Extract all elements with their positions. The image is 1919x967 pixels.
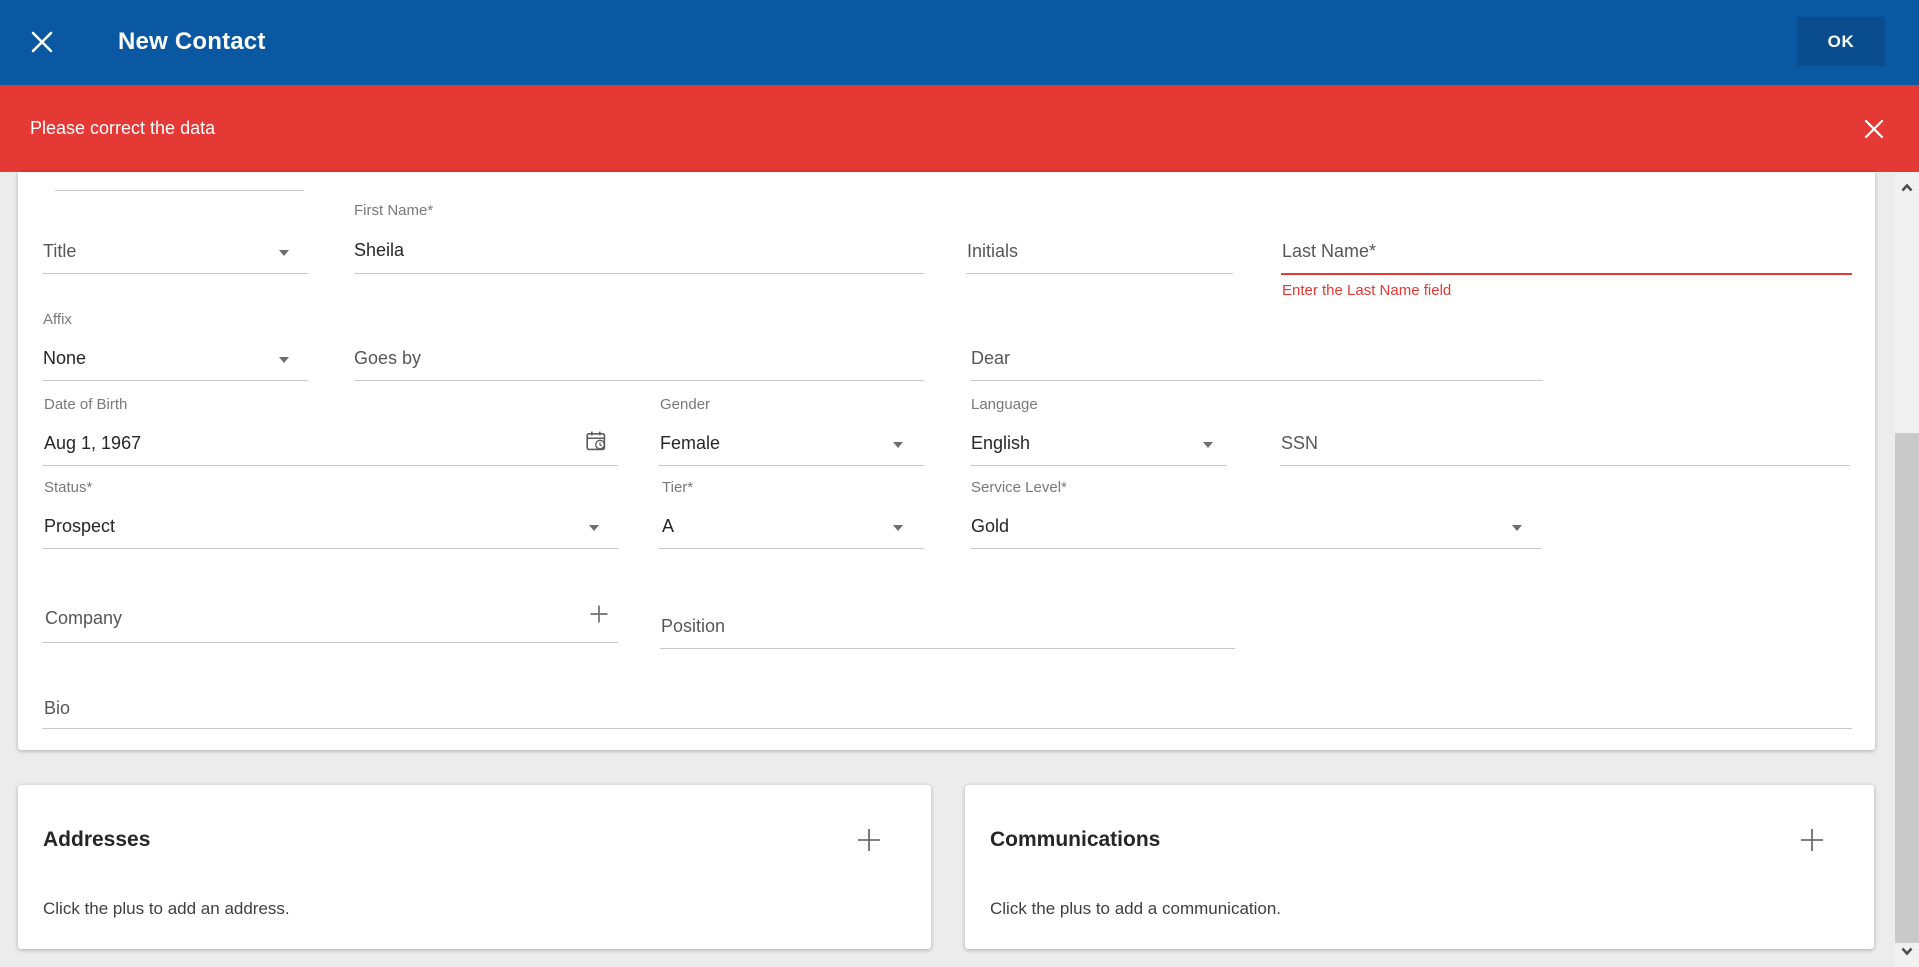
goes-by-field[interactable]: Goes by: [354, 339, 924, 381]
field-underline: [42, 465, 618, 466]
page-title: New Contact: [118, 28, 266, 56]
field-underline: [658, 465, 924, 466]
title-placeholder: Title: [43, 241, 76, 262]
first-name-field[interactable]: First Name* Sheila: [354, 202, 924, 274]
goes-by-placeholder: Goes by: [354, 348, 421, 369]
field-underline: [966, 273, 1233, 274]
field-underline: [970, 548, 1542, 549]
tier-value: A: [662, 516, 674, 537]
position-field[interactable]: Position: [660, 607, 1235, 649]
addresses-hint-text: Click the plus to add an address.: [43, 899, 290, 919]
date-of-birth-value: Aug 1, 1967: [44, 433, 141, 454]
gender-value: Female: [660, 433, 720, 454]
field-underline: [970, 465, 1227, 466]
affix-label: Affix: [43, 311, 72, 328]
communications-card: Communications Click the plus to add a c…: [965, 785, 1874, 949]
field-underline: [970, 380, 1543, 381]
status-label: Status*: [44, 479, 92, 496]
service-level-select[interactable]: Service Level* Gold: [970, 479, 1542, 549]
communications-hint-text: Click the plus to add a communication.: [990, 899, 1281, 919]
field-underline: [42, 380, 308, 381]
communications-section-title: Communications: [990, 828, 1160, 852]
field-underline: [42, 273, 308, 274]
status-value: Prospect: [44, 516, 115, 537]
bio-placeholder: Bio: [44, 698, 70, 719]
error-banner: Please correct the data: [0, 85, 1919, 172]
addresses-section-title: Addresses: [43, 828, 150, 852]
field-underline: [42, 548, 618, 549]
service-level-value: Gold: [971, 516, 1009, 537]
error-banner-message: Please correct the data: [30, 118, 215, 139]
date-of-birth-field[interactable]: Date of Birth Aug 1, 1967: [42, 396, 618, 466]
vertical-scrollbar[interactable]: [1895, 172, 1919, 967]
scrollbar-down-icon[interactable]: [1899, 943, 1915, 959]
last-name-placeholder: Last Name*: [1282, 241, 1376, 262]
chevron-down-icon: [893, 442, 903, 448]
company-field[interactable]: Company: [42, 597, 618, 643]
chevron-down-icon: [279, 250, 289, 256]
chevron-down-icon: [279, 357, 289, 363]
field-underline: [354, 380, 924, 381]
language-label: Language: [971, 396, 1038, 413]
ok-button[interactable]: OK: [1797, 17, 1885, 66]
last-name-error-text: Enter the Last Name field: [1282, 282, 1451, 299]
gender-select[interactable]: Gender Female: [658, 396, 924, 466]
field-underline: [42, 642, 618, 643]
tier-label: Tier*: [662, 479, 693, 496]
language-select[interactable]: Language English: [970, 396, 1227, 466]
chevron-down-icon: [893, 525, 903, 531]
initials-field[interactable]: Initials: [966, 232, 1233, 274]
dear-placeholder: Dear: [971, 348, 1010, 369]
bio-field[interactable]: Bio: [42, 687, 1852, 729]
calendar-clock-icon[interactable]: [584, 429, 608, 453]
affix-select[interactable]: Affix None: [42, 311, 308, 381]
tier-select[interactable]: Tier* A: [658, 479, 924, 549]
language-value: English: [971, 433, 1030, 454]
scrollbar-thumb[interactable]: [1895, 433, 1919, 943]
field-underline: [1280, 465, 1850, 466]
add-communication-icon[interactable]: [1797, 825, 1827, 855]
dialog-header: New Contact OK: [0, 0, 1919, 85]
affix-value: None: [43, 348, 86, 369]
close-icon[interactable]: [28, 28, 56, 56]
chevron-down-icon: [1512, 525, 1522, 531]
field-underline: [658, 548, 924, 549]
ok-button-label: OK: [1828, 32, 1855, 52]
field-underline: [354, 273, 924, 274]
dear-field[interactable]: Dear: [970, 339, 1543, 381]
banner-close-icon[interactable]: [1862, 117, 1886, 141]
ssn-field[interactable]: SSN: [1280, 424, 1850, 466]
position-placeholder: Position: [661, 616, 725, 637]
date-of-birth-label: Date of Birth: [44, 396, 127, 413]
first-name-value: Sheila: [354, 240, 404, 261]
last-name-field[interactable]: Last Name* Enter the Last Name field: [1281, 232, 1852, 294]
chevron-down-icon: [1203, 442, 1213, 448]
initials-placeholder: Initials: [967, 241, 1018, 262]
company-placeholder: Company: [45, 608, 122, 629]
add-address-icon[interactable]: [854, 825, 884, 855]
ssn-placeholder: SSN: [1281, 433, 1318, 454]
partial-field-underline: [55, 190, 304, 191]
title-select[interactable]: Title: [42, 232, 308, 274]
status-select[interactable]: Status* Prospect: [42, 479, 618, 549]
first-name-label: First Name*: [354, 202, 433, 219]
field-underline-error: [1281, 273, 1852, 275]
chevron-down-icon: [589, 525, 599, 531]
new-contact-dialog: { "header": { "title": "New Contact", "o…: [0, 0, 1919, 967]
field-underline: [42, 728, 1852, 729]
scrollbar-up-icon[interactable]: [1899, 180, 1915, 196]
add-company-icon[interactable]: [587, 602, 611, 626]
contact-form-card: Title First Name* Sheila Initials Last N…: [18, 172, 1875, 750]
service-level-label: Service Level*: [971, 479, 1067, 496]
addresses-card: Addresses Click the plus to add an addre…: [18, 785, 931, 949]
field-underline: [660, 648, 1235, 649]
gender-label: Gender: [660, 396, 710, 413]
